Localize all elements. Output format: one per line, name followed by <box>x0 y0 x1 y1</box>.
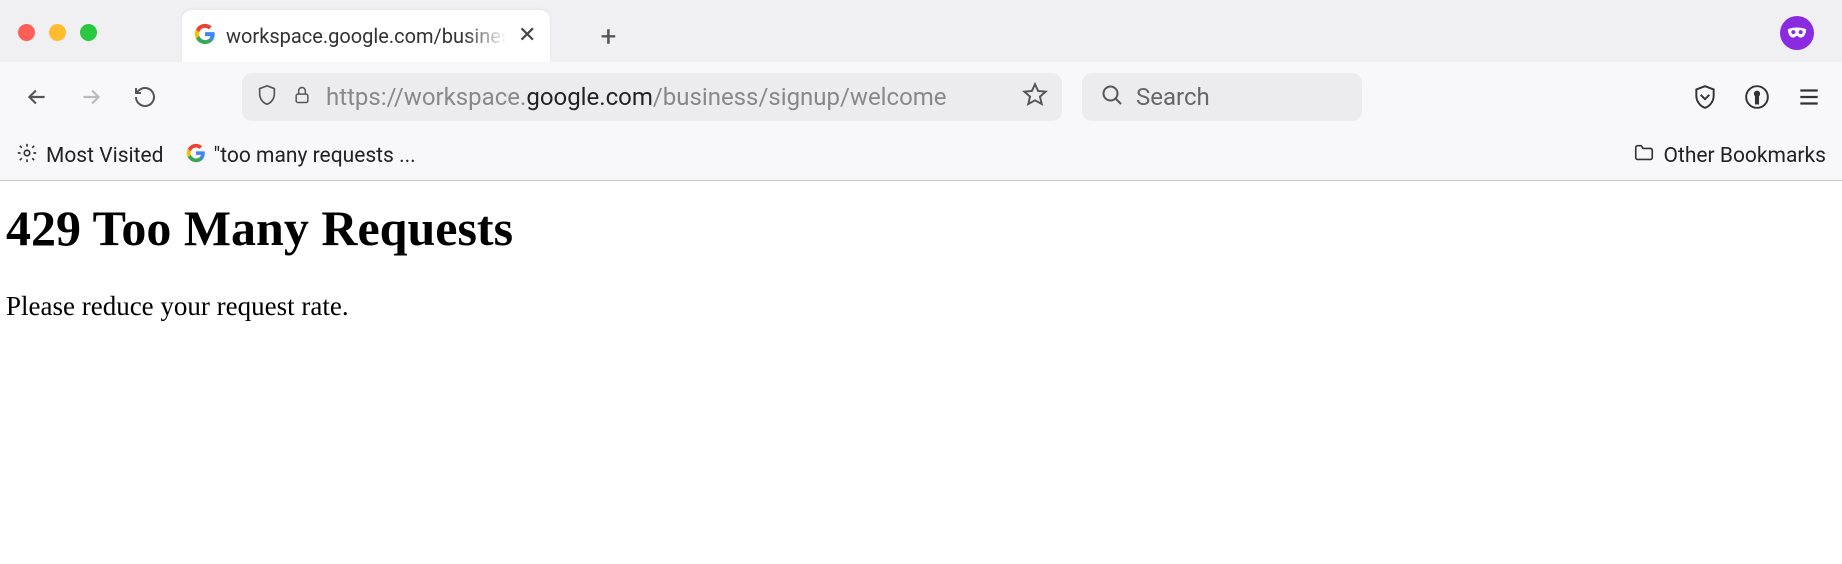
toolbar-right <box>1692 84 1822 110</box>
error-message: Please reduce your request rate. <box>6 291 1836 322</box>
hamburger-menu-icon[interactable] <box>1796 84 1822 110</box>
shield-icon[interactable] <box>256 83 278 111</box>
profile-private-badge[interactable] <box>1780 16 1814 50</box>
lock-icon[interactable] <box>292 83 312 111</box>
toolbar: https://workspace.google.com/business/si… <box>0 62 1842 132</box>
maximize-window-button[interactable] <box>80 24 97 41</box>
window-controls <box>18 24 97 41</box>
reload-button[interactable] <box>128 80 162 114</box>
bookmark-star-icon[interactable] <box>1022 82 1048 112</box>
titlebar: workspace.google.com/business ✕ + <box>0 0 1842 62</box>
pocket-icon[interactable] <box>1692 84 1718 110</box>
address-bar[interactable]: https://workspace.google.com/business/si… <box>242 73 1062 121</box>
folder-icon <box>1632 142 1656 170</box>
bookmarks-bar: Most Visited "too many requests ... Othe… <box>0 132 1842 180</box>
gear-icon <box>16 142 38 170</box>
page-content: 429 Too Many Requests Please reduce your… <box>0 181 1842 340</box>
bookmark-label: Other Bookmarks <box>1664 144 1826 168</box>
bookmark-other-bookmarks[interactable]: Other Bookmarks <box>1632 142 1826 170</box>
bookmark-label: "too many requests ... <box>214 144 416 168</box>
tab-strip: workspace.google.com/business ✕ + <box>182 0 628 62</box>
account-icon[interactable] <box>1744 84 1770 110</box>
bookmark-most-visited[interactable]: Most Visited <box>16 142 164 170</box>
tab-title: workspace.google.com/business <box>226 24 506 48</box>
forward-button[interactable] <box>74 80 108 114</box>
google-favicon-icon <box>194 23 216 50</box>
bookmark-label: Most Visited <box>46 144 164 168</box>
google-favicon-icon <box>186 143 206 169</box>
close-window-button[interactable] <box>18 24 35 41</box>
mask-icon <box>1786 26 1808 40</box>
search-icon <box>1100 83 1124 111</box>
minimize-window-button[interactable] <box>49 24 66 41</box>
search-placeholder: Search <box>1136 83 1210 111</box>
url-text: https://workspace.google.com/business/si… <box>326 83 1008 111</box>
browser-tab[interactable]: workspace.google.com/business ✕ <box>182 10 550 62</box>
bookmark-too-many-requests[interactable]: "too many requests ... <box>186 143 416 169</box>
search-bar[interactable]: Search <box>1082 73 1362 121</box>
new-tab-button[interactable]: + <box>588 16 628 56</box>
close-tab-icon[interactable]: ✕ <box>516 23 538 49</box>
error-heading: 429 Too Many Requests <box>6 199 1836 257</box>
back-button[interactable] <box>20 80 54 114</box>
